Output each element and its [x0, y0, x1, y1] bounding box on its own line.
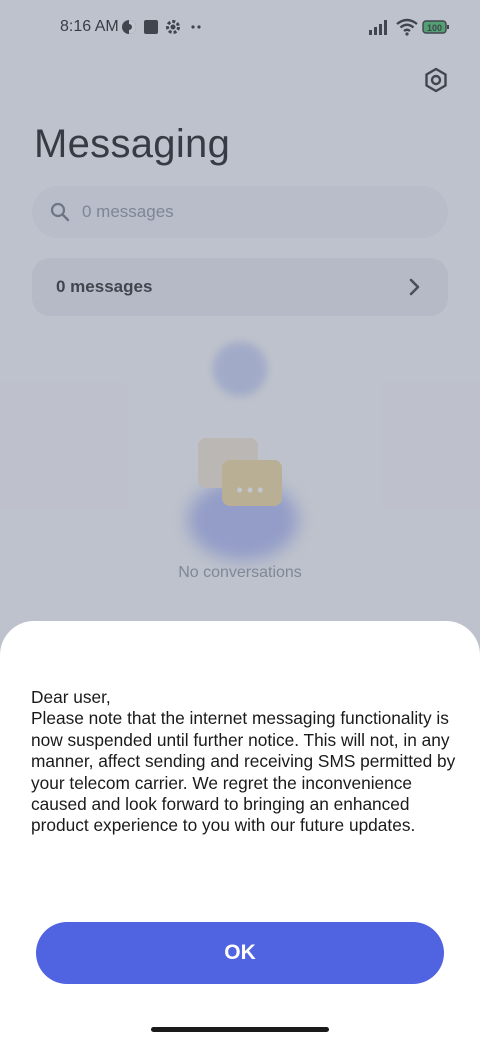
ok-button[interactable]: OK — [36, 922, 444, 984]
home-indicator[interactable] — [151, 1027, 329, 1032]
notice-dialog: Dear user, Please note that the internet… — [0, 621, 480, 1040]
dialog-message: Dear user, Please note that the internet… — [31, 687, 456, 836]
